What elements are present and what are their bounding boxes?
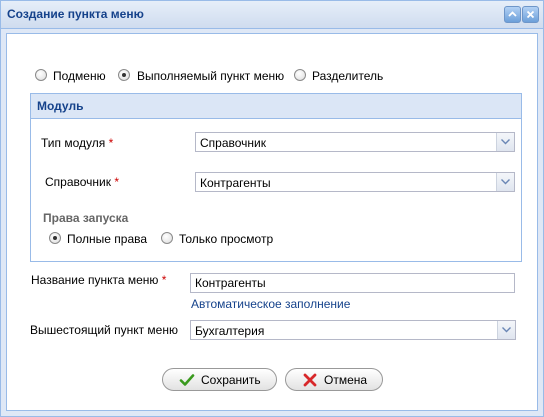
radio-view-only-label: Только просмотр [179, 232, 274, 246]
save-button[interactable]: Сохранить [162, 368, 277, 391]
module-type-value: Справочник [200, 136, 266, 150]
cancel-button[interactable]: Отмена [285, 368, 383, 391]
check-icon [179, 372, 195, 391]
chevron-down-icon[interactable] [497, 321, 515, 339]
module-header-title: Модуль [37, 99, 84, 113]
module-header: Модуль [31, 94, 521, 119]
x-icon [302, 372, 318, 391]
radio-full-rights[interactable] [49, 232, 61, 244]
dialog-body: Подменю Выполняемый пункт меню Разделите… [6, 33, 538, 411]
item-name-label: Название пункта меню * [31, 273, 167, 287]
radio-separator-label: Разделитель [312, 69, 384, 83]
launch-rights-title: Права запуска [43, 211, 129, 225]
parent-item-label: Вышестоящий пункт меню [30, 323, 178, 337]
chevron-down-icon[interactable] [496, 173, 514, 191]
autofill-link[interactable]: Автоматическое заполнение [191, 297, 350, 311]
cancel-button-label: Отмена [324, 373, 368, 387]
chevron-down-icon[interactable] [496, 133, 514, 151]
close-icon[interactable] [522, 6, 539, 23]
parent-item-value: Бухгалтерия [195, 324, 265, 338]
radio-executable-item-label: Выполняемый пункт меню [137, 69, 285, 83]
radio-full-rights-label: Полные права [67, 232, 148, 246]
reference-value: Контрагенты [200, 176, 271, 190]
collapse-icon[interactable] [504, 6, 521, 23]
window-title: Создание пункта меню [7, 7, 144, 21]
parent-item-combo[interactable]: Бухгалтерия [190, 320, 516, 340]
radio-separator[interactable] [294, 69, 306, 81]
reference-combo[interactable]: Контрагенты [195, 172, 515, 192]
item-name-field[interactable] [190, 273, 515, 293]
save-button-label: Сохранить [201, 373, 261, 387]
module-type-combo[interactable]: Справочник [195, 132, 515, 152]
item-name-input[interactable] [195, 276, 505, 290]
reference-label: Справочник * [45, 175, 120, 189]
module-fieldset: Модуль Тип модуля * Справочник Справочни… [30, 93, 522, 262]
radio-submenu[interactable] [35, 69, 47, 81]
title-bar[interactable]: Создание пункта меню [1, 1, 543, 29]
dialog-window: Создание пункта меню Подменю Выполняемый… [0, 0, 544, 417]
radio-executable-item[interactable] [118, 69, 130, 81]
radio-submenu-label: Подменю [53, 69, 106, 83]
module-type-label: Тип модуля * [41, 136, 114, 150]
radio-view-only[interactable] [161, 232, 173, 244]
